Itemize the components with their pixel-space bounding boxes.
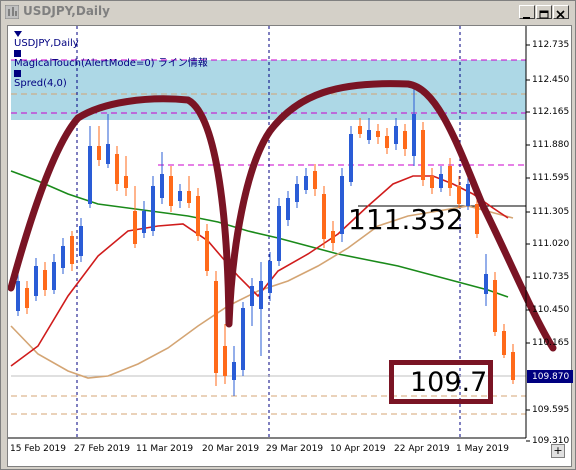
legend-indicator-2: Spred(4,0) [14,78,67,89]
close-icon [556,10,565,19]
annotation-price-1: 111.332 [348,203,464,236]
annotation-price-2: 109.7 [410,367,488,398]
minimize-icon [523,17,530,19]
legend-indicator-1: MagicalTouch(AlertMode=0) ライン情報 [14,58,208,69]
close-button[interactable] [553,5,569,19]
price-label: 112.735 [532,40,570,50]
indicator-square-icon [14,70,21,77]
indicator-square-icon [14,50,21,57]
maximize-button[interactable] [536,5,552,19]
legend-symbol-text: USDJPY,Daily [14,38,79,49]
chart-app-icon [5,5,19,19]
time-label: 22 Apr 2019 [394,444,450,454]
price-label: 109.595 [532,405,570,415]
legend-indicators: MagicalTouch(AlertMode=0) ライン情報 Spred(4,… [14,50,208,90]
time-label: 29 Mar 2019 [266,444,324,454]
time-label: 20 Mar 2019 [202,444,260,454]
price-label: 110.735 [532,272,570,282]
time-label: 10 Apr 2019 [330,444,386,454]
price-label: 111.305 [532,207,570,217]
hand-drawn-top-1 [8,80,557,352]
time-label: 15 Feb 2019 [10,444,67,454]
price-label: 112.450 [532,75,570,85]
window-title: USDJPY,Daily [23,4,110,18]
price-chart[interactable]: USDJPY,Daily MagicalTouch(AlertMode=0) ラ… [7,25,573,467]
maximize-icon [539,10,549,19]
price-label: 112.165 [532,107,570,117]
price-label: 111.595 [532,173,570,183]
time-label: 27 Feb 2019 [74,444,131,454]
price-label: 111.020 [532,239,570,249]
chart-window: USDJPY,Daily USDJPY,Daily MagicalTouch(A… [0,0,576,470]
price-label: 110.165 [532,338,570,348]
price-label: 111.880 [532,140,570,150]
time-axis-labels: 15 Feb 2019 27 Feb 2019 11 Mar 2019 20 M… [8,444,526,458]
minimize-button[interactable] [519,5,535,19]
chart-legend: USDJPY,Daily MagicalTouch(AlertMode=0) ラ… [14,31,208,90]
zoom-plus-button[interactable]: + [551,444,565,458]
time-label: 1 May 2019 [456,444,509,454]
legend-symbol: USDJPY,Daily [14,31,208,50]
price-label: 110.450 [532,305,570,315]
time-label: 11 Mar 2019 [136,444,194,454]
current-price-label: 109.870 [532,372,570,382]
title-bar[interactable]: USDJPY,Daily [1,1,575,23]
